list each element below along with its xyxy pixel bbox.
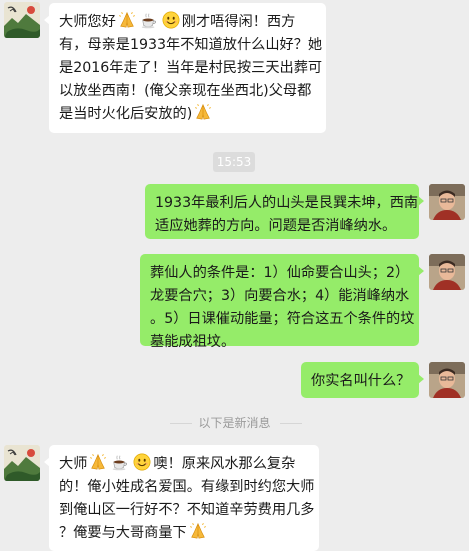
praying-hands-icon	[194, 103, 212, 121]
message-text: 刚才唔得闲！西方	[181, 14, 296, 30]
message-text: 是2016年走了！当年是村民按三天出葬可	[59, 60, 323, 76]
message-line: 的！俺小姓成名爱国。有缘到时约您大师	[59, 476, 314, 499]
message-line: 以放坐西南！(俺父亲现在坐西北)父母都	[59, 80, 316, 103]
man-portrait-avatar-icon	[429, 184, 465, 220]
praying-hands-icon	[189, 522, 207, 540]
landscape-painting-avatar-icon	[4, 2, 40, 38]
message-text: 你实名叫什么？	[311, 373, 411, 389]
message-text: 。5）日课催动能量；符合这五个条件的坟	[150, 311, 415, 327]
message-line: 1933年最利后人的山头是艮巽未坤，西南	[155, 192, 418, 215]
message-bubble[interactable]: 大师 噢！原来风水那么复杂的！俺小姓成名爱国。有缘到时约您大师 到俺山区一行好不？不…	[44, 445, 319, 551]
praying-hands-icon	[89, 453, 107, 471]
message-text: 有，母亲是1933年不知道放什么山好？她	[59, 37, 323, 53]
message-line: 你实名叫什么？	[311, 370, 411, 393]
divider-label: 以下是新消息	[198, 416, 271, 430]
message-text: 是当时火化后安放的)	[59, 106, 193, 122]
message-line: 是当时火化后安放的)	[59, 103, 316, 126]
message-line: 到俺山区一行好不？不知道辛劳费用几多	[59, 499, 314, 522]
message-line: 是2016年走了！当年是村民按三天出葬可	[59, 57, 322, 80]
message-text: 到俺山区一行好不？不知道辛劳费用几多	[59, 502, 315, 518]
landscape-painting-avatar-icon	[4, 445, 40, 481]
message-bubble[interactable]: 你实名叫什么？	[301, 362, 424, 398]
timestamp: 15:53	[213, 152, 255, 172]
self-avatar[interactable]	[429, 184, 465, 220]
message-text: 大师您好	[59, 14, 116, 30]
message-line: 大师 噢！原来风水那么复杂	[59, 453, 309, 476]
contact-avatar[interactable]	[4, 2, 40, 38]
message-text: 大师	[59, 456, 88, 472]
message-line: 。5）日课催动能量；符合这五个条件的坟	[150, 308, 414, 331]
message-line: 大师您好 刚才唔得闲！西方	[59, 11, 316, 34]
message-line: ？俺要与大哥商量下	[59, 522, 309, 545]
message-line: 葬仙人的条件是：1）仙命要合山头；2）	[150, 262, 409, 285]
man-portrait-avatar-icon	[429, 362, 465, 398]
hot-coffee-icon	[140, 11, 158, 29]
praying-hands-icon	[118, 11, 136, 29]
message-text: 噢！原来风水那么复杂	[153, 456, 296, 472]
message-text: ？俺要与大哥商量下	[59, 525, 187, 541]
message-line: 适应她葬的方向。问题是否消峰纳水。	[155, 215, 409, 238]
message-text: 的！俺小姓成名爱国。有缘到时约您大师	[59, 479, 315, 495]
message-text: 1933年最利后人的山头是艮巽未坤，西南	[155, 195, 419, 211]
hot-coffee-icon	[111, 453, 129, 471]
message-text: 葬仙人的条件是：1）仙命要合山头；2）	[150, 265, 410, 281]
divider-rule	[280, 423, 302, 424]
message-bubble[interactable]: 葬仙人的条件是：1）仙命要合山头；2） 龙要合穴；3）向要合水；4）能消峰纳水 。5…	[140, 254, 424, 350]
message-bubble[interactable]: 大师您好 刚才唔得闲！西方有，母亲是1933年不知道放什么山好？她 是2016年走了…	[44, 3, 326, 133]
message-text: 龙要合穴；3）向要合水；4）能消峰纳水	[150, 288, 410, 304]
contact-avatar[interactable]	[4, 445, 40, 481]
message-text: 墓能成祖坟。	[150, 334, 236, 350]
message-text: 适应她葬的方向。问题是否消峰纳水。	[155, 218, 397, 234]
smiling-face-icon	[162, 11, 180, 29]
self-avatar[interactable]	[429, 254, 465, 290]
divider-rule	[170, 423, 192, 424]
message-line: 墓能成祖坟。	[150, 331, 409, 354]
message-bubble[interactable]: 1933年最利后人的山头是艮巽未坤，西南 适应她葬的方向。问题是否消峰纳水。	[145, 184, 424, 239]
man-portrait-avatar-icon	[429, 254, 465, 290]
smiling-face-icon	[133, 453, 151, 471]
self-avatar[interactable]	[429, 362, 465, 398]
message-text: 以放坐西南！(俺父亲现在坐西北)父母都	[59, 83, 312, 99]
new-messages-divider: 以下是新消息	[0, 413, 469, 433]
message-line: 龙要合穴；3）向要合水；4）能消峰纳水	[150, 285, 409, 308]
message-line: 有，母亲是1933年不知道放什么山好？她	[59, 34, 322, 57]
